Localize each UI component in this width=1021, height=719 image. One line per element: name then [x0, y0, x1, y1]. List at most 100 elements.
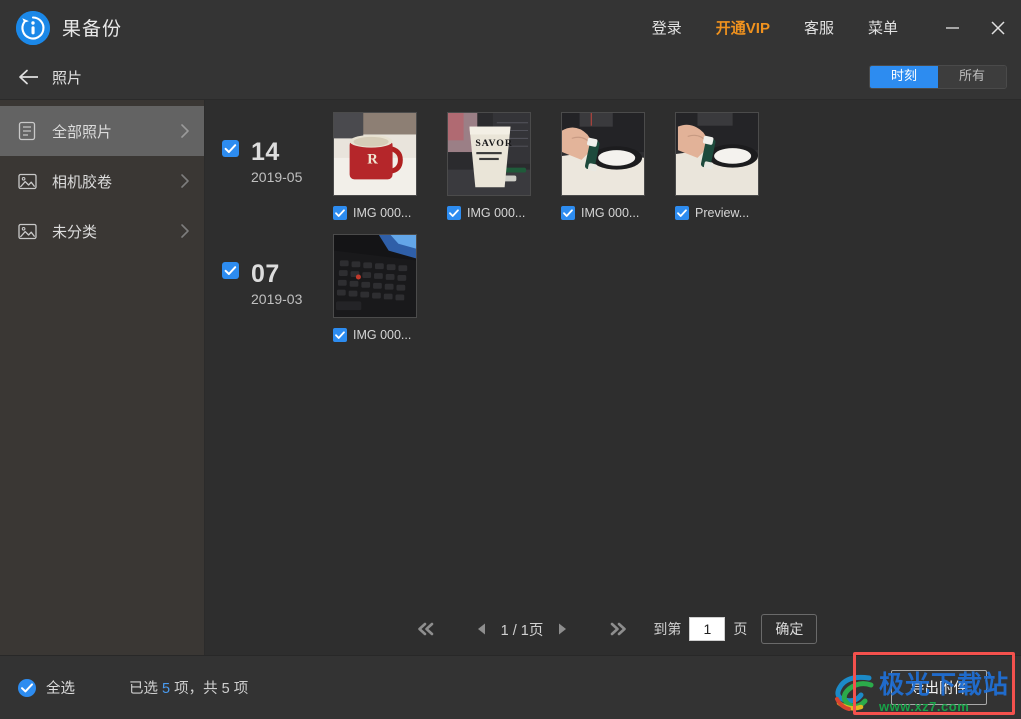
- photo-checkbox[interactable]: [333, 206, 347, 220]
- photo-tile[interactable]: Preview...: [675, 112, 789, 220]
- sidebar-item-unclassified[interactable]: 未分类: [0, 206, 204, 256]
- photo-group: 14 2019-05 R IMG 000... SAVOR IMG 000...…: [205, 112, 1021, 234]
- photo-checkbox[interactable]: [447, 206, 461, 220]
- group-day: 07: [251, 260, 280, 288]
- group-month: 2019-03: [251, 291, 303, 307]
- svg-text:R: R: [367, 152, 378, 168]
- group-day: 14: [251, 138, 280, 166]
- image-icon: [16, 170, 38, 192]
- chevron-right-icon[interactable]: [545, 614, 579, 644]
- photo-tile[interactable]: R IMG 000...: [333, 112, 447, 220]
- group-checkbox[interactable]: [222, 262, 239, 279]
- photo-tile-label-row: IMG 000...: [561, 206, 675, 220]
- hand-battery-photo-2[interactable]: [675, 112, 759, 196]
- photo-name: IMG 000...: [353, 328, 412, 342]
- count-total: 5: [221, 681, 230, 697]
- group-tiles: R IMG 000... SAVOR IMG 000... IMG 000...…: [333, 112, 789, 220]
- export-button-wrap: 导出附件: [873, 656, 1005, 719]
- photo-name: IMG 000...: [467, 206, 526, 220]
- count-selected: 5: [162, 681, 171, 697]
- minimize-icon[interactable]: [929, 0, 975, 55]
- photo-name: IMG 000...: [581, 206, 640, 220]
- count-suffix: 项: [233, 681, 249, 697]
- app-title: 果备份: [62, 19, 123, 40]
- info-circle-refresh-icon: [16, 10, 50, 45]
- photo-tile-label-row: IMG 000...: [333, 206, 447, 220]
- content-area: 14 2019-05 R IMG 000... SAVOR IMG 000...…: [205, 100, 1021, 655]
- photo-checkbox[interactable]: [333, 328, 347, 342]
- sidebar-item-label: 未分类: [52, 223, 98, 241]
- selection-count: 已选 5 项，共 5 项: [129, 677, 248, 698]
- photo-tile-label-row: Preview...: [675, 206, 789, 220]
- photo-tile-label-row: IMG 000...: [333, 328, 447, 342]
- svg-text:SAVOR: SAVOR: [475, 138, 513, 149]
- sub-header: 照片 时刻 所有: [0, 55, 1021, 100]
- group-header: 14 2019-05: [205, 112, 333, 220]
- support-button[interactable]: 客服: [787, 11, 851, 44]
- chevron-right-icon: [180, 123, 190, 139]
- page-unit-label: 页: [733, 621, 748, 637]
- group-month: 2019-05: [251, 169, 303, 185]
- goto-label: 到第: [653, 621, 682, 637]
- group-date: 07 2019-03: [251, 260, 303, 307]
- group-checkbox[interactable]: [222, 140, 239, 157]
- window-controls: [929, 0, 1021, 55]
- count-middle: 项，共: [174, 681, 218, 697]
- photo-grid: 14 2019-05 R IMG 000... SAVOR IMG 000...…: [205, 100, 1021, 603]
- group-header: 07 2019-03: [205, 234, 333, 342]
- photo-checkbox[interactable]: [675, 206, 689, 220]
- watermark-logo-icon: [831, 673, 877, 713]
- close-icon[interactable]: [975, 0, 1021, 55]
- body: 全部照片 相机胶卷 未分类 14 2019-05 R IMG 000... SA…: [0, 100, 1021, 655]
- page-number-input[interactable]: [689, 617, 726, 641]
- group-tiles: IMG 000...: [333, 234, 447, 342]
- document-list-icon: [16, 120, 38, 142]
- photo-group: 07 2019-03 IMG 000...: [205, 234, 1021, 356]
- menu-button[interactable]: 菜单: [851, 11, 915, 44]
- sidebar-item-camera-roll[interactable]: 相机胶卷: [0, 156, 204, 206]
- red-mug-photo[interactable]: R: [333, 112, 417, 196]
- image-icon: [16, 220, 38, 242]
- pagination: 1 / 1页 到第 页 确定: [205, 603, 1021, 655]
- select-all-control[interactable]: 全选: [18, 677, 75, 698]
- tab-all[interactable]: 所有: [938, 66, 1006, 88]
- back-button[interactable]: 照片: [18, 67, 82, 88]
- photo-checkbox[interactable]: [561, 206, 575, 220]
- photo-tile[interactable]: IMG 000...: [333, 234, 447, 342]
- photo-tile[interactable]: IMG 000...: [561, 112, 675, 220]
- double-chevron-right-icon[interactable]: [601, 614, 635, 644]
- back-arrow-icon: [18, 69, 40, 85]
- hand-battery-photo[interactable]: [561, 112, 645, 196]
- sidebar-item-all-photos[interactable]: 全部照片: [0, 106, 204, 156]
- chevron-left-icon[interactable]: [465, 614, 499, 644]
- savor-mug-photo[interactable]: SAVOR: [447, 112, 531, 196]
- photo-name: Preview...: [695, 206, 750, 220]
- app-window: 果备份 登录 开通VIP 客服 菜单 照片 时刻 所有 全部照片 相机胶卷 未分…: [0, 0, 1021, 719]
- title-bar: 果备份 登录 开通VIP 客服 菜单: [0, 0, 1021, 55]
- photo-tile-label-row: IMG 000...: [447, 206, 561, 220]
- laptop-keyboard-photo[interactable]: [333, 234, 417, 318]
- bottom-bar: 全选 已选 5 项，共 5 项 导出附件 极光下载站 www.xz7.com: [0, 655, 1021, 719]
- photo-name: IMG 000...: [353, 206, 412, 220]
- app-brand: 果备份: [16, 10, 123, 45]
- login-button[interactable]: 登录: [635, 11, 699, 44]
- tab-moments[interactable]: 时刻: [870, 66, 938, 88]
- sidebar-item-label: 全部照片: [52, 123, 113, 141]
- double-chevron-left-icon[interactable]: [409, 614, 443, 644]
- count-prefix: 已选: [129, 681, 158, 697]
- view-mode-toggle: 时刻 所有: [869, 65, 1007, 89]
- vip-button[interactable]: 开通VIP: [699, 11, 787, 44]
- export-attachment-button[interactable]: 导出附件: [891, 670, 987, 705]
- page-indicator: 1 / 1页: [500, 622, 544, 639]
- chevron-right-icon: [180, 223, 190, 239]
- photo-tile[interactable]: SAVOR IMG 000...: [447, 112, 561, 220]
- sidebar-item-label: 相机胶卷: [52, 173, 113, 191]
- select-all-label: 全选: [46, 681, 75, 697]
- group-date: 14 2019-05: [251, 138, 303, 185]
- page-title: 照片: [52, 69, 83, 87]
- chevron-right-icon: [180, 173, 190, 189]
- select-all-checkbox[interactable]: [18, 678, 36, 697]
- titlebar-menu: 登录 开通VIP 客服 菜单: [635, 11, 915, 44]
- confirm-page-button[interactable]: 确定: [761, 614, 818, 644]
- sidebar: 全部照片 相机胶卷 未分类: [0, 100, 205, 655]
